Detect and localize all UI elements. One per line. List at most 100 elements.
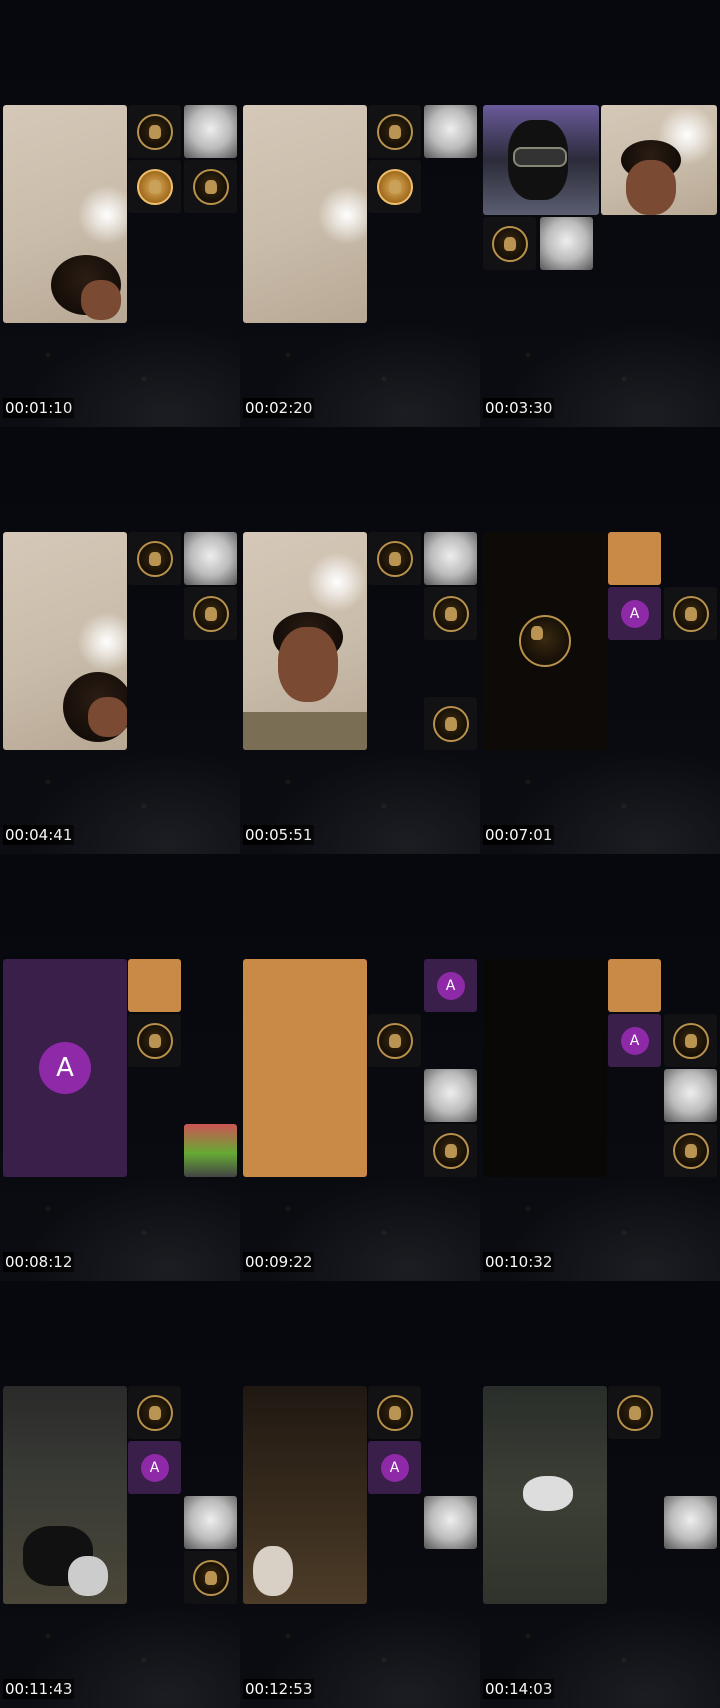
participant-tile[interactable] — [608, 959, 661, 1012]
participant-tile[interactable] — [128, 959, 181, 1012]
participant-tile[interactable] — [184, 160, 237, 213]
participant-tile[interactable] — [424, 105, 477, 158]
coin-logo-icon — [376, 168, 413, 205]
main-video-tile[interactable] — [3, 1386, 127, 1604]
participant-tile[interactable] — [184, 532, 237, 585]
coin-logo-icon — [491, 225, 528, 262]
timestamp: 00:14:03 — [483, 1679, 555, 1699]
participant-tile[interactable] — [368, 1386, 421, 1439]
avatar: A — [380, 1453, 409, 1482]
participant-tile[interactable] — [664, 1496, 717, 1549]
timestamp: 00:12:53 — [243, 1679, 315, 1699]
participant-face — [88, 697, 127, 737]
participant-tile[interactable] — [184, 1551, 237, 1604]
participant-tile[interactable] — [128, 160, 181, 213]
main-video-tile[interactable] — [243, 959, 367, 1177]
participant-tile[interactable] — [664, 1124, 717, 1177]
coin-logo-icon — [136, 540, 173, 577]
main-video-tile[interactable] — [243, 105, 367, 323]
participant-tile[interactable] — [424, 1124, 477, 1177]
coin-logo-icon — [376, 1394, 413, 1431]
participant-tile[interactable] — [368, 532, 421, 585]
main-video-tile[interactable] — [243, 532, 367, 750]
main-video-tile[interactable]: A — [3, 959, 127, 1177]
participant-tile[interactable] — [128, 105, 181, 158]
coin-logo-icon — [432, 705, 469, 742]
main-video-tile[interactable] — [483, 959, 607, 1177]
timestamp: 00:05:51 — [243, 825, 315, 845]
participant-tile[interactable] — [128, 532, 181, 585]
light-glare — [77, 185, 127, 245]
frame-4: 00:04:41 — [0, 427, 240, 854]
coin-logo-icon — [376, 1022, 413, 1059]
coin-logo-icon — [432, 1132, 469, 1169]
participant-tile[interactable] — [664, 1014, 717, 1067]
participant-tile[interactable] — [128, 1386, 181, 1439]
light-glare — [77, 612, 127, 672]
participant-face — [626, 160, 676, 215]
main-video-tile[interactable] — [483, 1386, 607, 1604]
participant-tile[interactable] — [540, 217, 593, 270]
timestamp: 00:10:32 — [483, 1252, 555, 1272]
participant-tile[interactable] — [184, 1496, 237, 1549]
timestamp: 00:01:10 — [3, 398, 75, 418]
participant-tile[interactable] — [184, 105, 237, 158]
frame-2: 00:02:20 — [240, 0, 480, 427]
avatar: A — [436, 971, 465, 1000]
participant-tile[interactable] — [128, 1014, 181, 1067]
sunglasses — [513, 147, 567, 167]
participant-shirt — [243, 712, 367, 750]
coin-logo-icon — [136, 1394, 173, 1431]
frame-9: A 00:10:32 — [480, 854, 720, 1281]
frame-8: A 00:09:22 — [240, 854, 480, 1281]
frame-10: A 00:11:43 — [0, 1281, 240, 1708]
participant-tile[interactable] — [368, 1014, 421, 1067]
video-tile-face[interactable] — [601, 105, 717, 215]
frame-6: A 00:07:01 — [480, 427, 720, 854]
participant-tile[interactable]: A — [608, 587, 661, 640]
video-tile-masked-person[interactable] — [483, 105, 599, 215]
participant-tile[interactable] — [424, 1496, 477, 1549]
participant-tile[interactable] — [664, 587, 717, 640]
participant-tile[interactable] — [424, 587, 477, 640]
frame-7: A 00:08:12 — [0, 854, 240, 1281]
coin-logo-icon — [672, 1022, 709, 1059]
dog — [68, 1556, 108, 1596]
coin-logo-icon — [136, 1022, 173, 1059]
main-video-tile[interactable] — [3, 532, 127, 750]
participant-tile[interactable] — [368, 160, 421, 213]
main-video-tile[interactable] — [243, 1386, 367, 1604]
dog — [253, 1546, 293, 1596]
coin-logo-icon — [136, 113, 173, 150]
timestamp: 00:04:41 — [3, 825, 75, 845]
participant-tile[interactable] — [424, 532, 477, 585]
coin-logo-icon — [192, 168, 229, 205]
coin-logo-icon — [192, 595, 229, 632]
main-video-tile[interactable] — [3, 105, 127, 323]
light-glare — [307, 552, 367, 612]
participant-tile[interactable]: A — [128, 1441, 181, 1494]
participant-tile[interactable] — [664, 1069, 717, 1122]
coin-logo-icon — [672, 595, 709, 632]
participant-tile[interactable] — [608, 532, 661, 585]
coin-logo-icon — [376, 540, 413, 577]
participant-tile[interactable] — [608, 1386, 661, 1439]
timestamp: 00:02:20 — [243, 398, 315, 418]
participant-tile[interactable] — [483, 217, 536, 270]
participant-tile[interactable] — [184, 587, 237, 640]
participant-tile[interactable] — [424, 1069, 477, 1122]
participant-tile[interactable]: A — [608, 1014, 661, 1067]
coin-logo-icon — [616, 1394, 653, 1431]
participant-tile[interactable] — [368, 105, 421, 158]
moonfox-logo-icon — [519, 615, 571, 667]
participant-face — [278, 627, 338, 702]
participant-tile[interactable]: A — [368, 1441, 421, 1494]
participant-tile[interactable] — [424, 697, 477, 750]
main-video-tile[interactable] — [483, 532, 607, 750]
coin-logo-icon — [376, 113, 413, 150]
light-glare — [317, 185, 367, 245]
participant-tile[interactable] — [184, 1124, 237, 1177]
participant-tile[interactable]: A — [424, 959, 477, 1012]
frame-3: 00:03:30 — [480, 0, 720, 427]
avatar: A — [39, 1042, 91, 1094]
